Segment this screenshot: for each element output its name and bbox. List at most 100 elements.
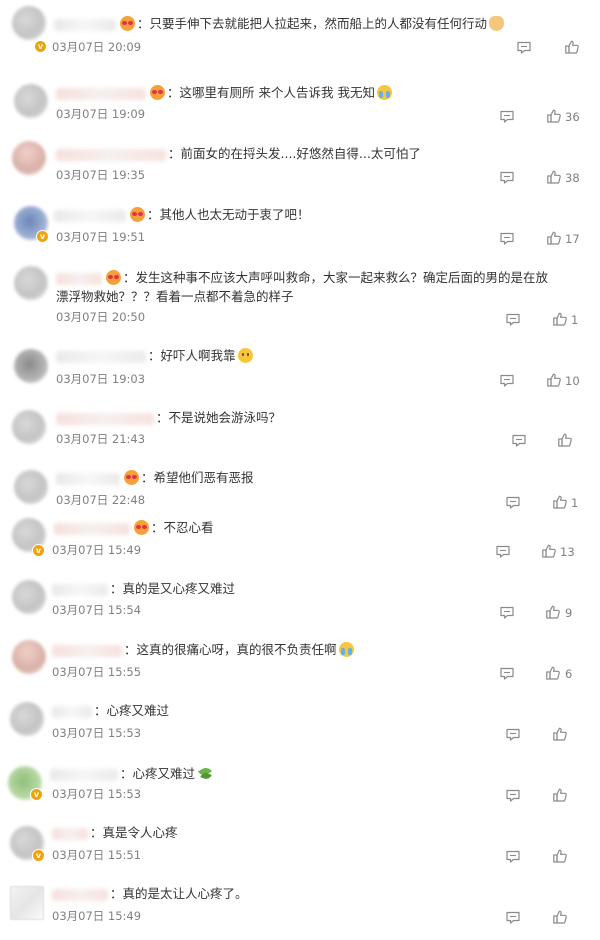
- username[interactable]: [50, 768, 118, 781]
- comment-item: ：不是说她会游泳吗？ 03月07日 21:43: [0, 396, 600, 458]
- username[interactable]: [54, 522, 130, 535]
- comment-time: 03月07日 15:49: [52, 909, 142, 923]
- comment-text: ：前面女的在捋头发....好悠然自得...太可怕了: [56, 146, 421, 162]
- thumbs-up-icon[interactable]: [546, 169, 562, 185]
- cat-emoji-icon: [489, 16, 505, 31]
- avatar[interactable]: [12, 6, 46, 40]
- avatar[interactable]: [14, 84, 48, 118]
- crying-emoji-icon: [338, 642, 354, 657]
- comment-item: ：发生这种事不应该大声呼叫救命，大家一起来救么？确定后面的男的是在放漂浮物救她？…: [0, 254, 600, 336]
- comment-bubble-icon[interactable]: [495, 543, 511, 559]
- comment-bubble-icon[interactable]: [516, 39, 532, 55]
- comment-item: ：真的是又心疼又难过 03月07日 15:54 9: [0, 570, 600, 630]
- comment-bubble-icon[interactable]: [505, 848, 521, 864]
- comment-time: 03月07日 19:03: [56, 372, 146, 386]
- comment-bubble-icon[interactable]: [499, 665, 515, 681]
- comment-time: 03月07日 19:35: [56, 168, 146, 182]
- comment-bubble-icon[interactable]: [505, 909, 521, 925]
- red-heart-eyes-emoji-icon: [150, 85, 165, 100]
- comment-bubble-icon[interactable]: [499, 372, 515, 388]
- comment-time: 03月07日 19:09: [56, 107, 146, 121]
- username[interactable]: [52, 644, 122, 657]
- comment-text: ：真的是又心疼又难过: [52, 581, 235, 597]
- comment-bubble-icon[interactable]: [499, 230, 515, 246]
- comment-bubble-icon[interactable]: [511, 432, 527, 448]
- avatar[interactable]: [14, 470, 48, 504]
- avatar[interactable]: [12, 580, 46, 614]
- verified-badge-icon: v: [30, 788, 43, 801]
- username[interactable]: [52, 705, 92, 718]
- comment-time: 03月07日 15:55: [52, 665, 142, 679]
- comment-item: ：心疼又难过 03月07日 15:53: [0, 694, 600, 756]
- thumbs-up-icon[interactable]: [552, 848, 568, 864]
- username[interactable]: [52, 888, 108, 901]
- username[interactable]: [56, 272, 102, 285]
- comment-bubble-icon[interactable]: [499, 604, 515, 620]
- comment-item: ：好吓人啊我靠 03月07日 19:03 10: [0, 336, 600, 396]
- comment-body: ：希望他们恶有恶报: [141, 470, 254, 485]
- comment-body: ：不忍心看: [151, 520, 214, 535]
- username[interactable]: [56, 350, 146, 363]
- like-count: 6: [565, 667, 573, 681]
- thumbs-up-icon[interactable]: [546, 230, 562, 246]
- thumbs-up-icon[interactable]: [552, 726, 568, 742]
- comment-body: ：发生这种事不应该大声呼叫救命，大家一起来救么？确定后面的男的是在放漂浮物救她？…: [56, 270, 549, 304]
- comment-bubble-icon[interactable]: [499, 108, 515, 124]
- thumbs-up-icon[interactable]: [552, 787, 568, 803]
- comment-bubble-icon[interactable]: [505, 726, 521, 742]
- thumbs-up-icon[interactable]: [564, 39, 580, 55]
- comment-body: ：只要手伸下去就能把人拉起来，然而船上的人都没有任何行动: [137, 16, 488, 31]
- comment-text: ：不忍心看: [54, 520, 214, 536]
- avatar[interactable]: [12, 410, 46, 444]
- thumbs-up-icon[interactable]: [545, 665, 561, 681]
- comment-bubble-icon[interactable]: [505, 787, 521, 803]
- thumbs-up-icon[interactable]: [552, 311, 568, 327]
- thumbs-up-icon[interactable]: [552, 909, 568, 925]
- username[interactable]: [56, 148, 166, 161]
- username[interactable]: [54, 18, 116, 31]
- avatar[interactable]: [12, 141, 46, 175]
- thumbs-up-icon[interactable]: [557, 432, 573, 448]
- comment-time: 03月07日 21:43: [56, 432, 146, 446]
- comment-bubble-icon[interactable]: [505, 311, 521, 327]
- comment-item: v ：其他人也太无动于衷了吧！ 03月07日 19:51 17: [0, 194, 600, 254]
- username[interactable]: [52, 583, 108, 596]
- comment-body: ：心疼又难过: [94, 703, 170, 718]
- comment-text: ：真是令人心疼: [52, 825, 178, 841]
- avatar[interactable]: [10, 886, 44, 920]
- thumbs-up-icon[interactable]: [546, 372, 562, 388]
- thumbs-up-icon[interactable]: [541, 543, 557, 559]
- avatar[interactable]: [12, 640, 46, 674]
- username[interactable]: [52, 827, 88, 840]
- comment-text: ：心疼又难过: [52, 703, 169, 719]
- avatar[interactable]: [14, 266, 48, 300]
- red-heart-eyes-emoji-icon: [124, 470, 139, 485]
- thumbs-up-icon[interactable]: [546, 108, 562, 124]
- comment-bubble-icon[interactable]: [499, 169, 515, 185]
- verified-badge-icon: v: [32, 849, 45, 862]
- crying-emoji-icon: [376, 85, 392, 100]
- avatar[interactable]: [10, 702, 44, 736]
- username[interactable]: [56, 412, 154, 425]
- comment-item: ：希望他们恶有恶报 03月07日 22:48 1: [0, 458, 600, 510]
- like-count: 17: [565, 232, 580, 246]
- username[interactable]: [56, 472, 120, 485]
- avatar[interactable]: [14, 349, 48, 383]
- comment-time: 03月07日 15:53: [52, 726, 142, 740]
- comment-time: 03月07日 20:50: [56, 310, 146, 324]
- like-count: 38: [565, 171, 580, 185]
- thumbs-up-icon[interactable]: [545, 604, 561, 620]
- comment-bubble-icon[interactable]: [505, 494, 521, 510]
- comment-body: ：真是令人心疼: [90, 825, 178, 840]
- like-count: 10: [565, 374, 580, 388]
- comment-body: ：前面女的在捋头发....好悠然自得...太可怕了: [168, 146, 421, 161]
- thumbs-up-icon[interactable]: [552, 494, 568, 510]
- verified-badge-icon: v: [34, 40, 47, 53]
- comment-time: 03月07日 20:09: [52, 40, 142, 54]
- red-heart-eyes-emoji-icon: [120, 16, 135, 31]
- username[interactable]: [56, 87, 146, 100]
- username[interactable]: [54, 209, 126, 222]
- comment-body: ：真的是太让人心疼了。: [110, 886, 248, 901]
- verified-badge-icon: v: [32, 544, 45, 557]
- comment-text: ：这哪里有厕所 来个人告诉我 我无知: [56, 85, 394, 101]
